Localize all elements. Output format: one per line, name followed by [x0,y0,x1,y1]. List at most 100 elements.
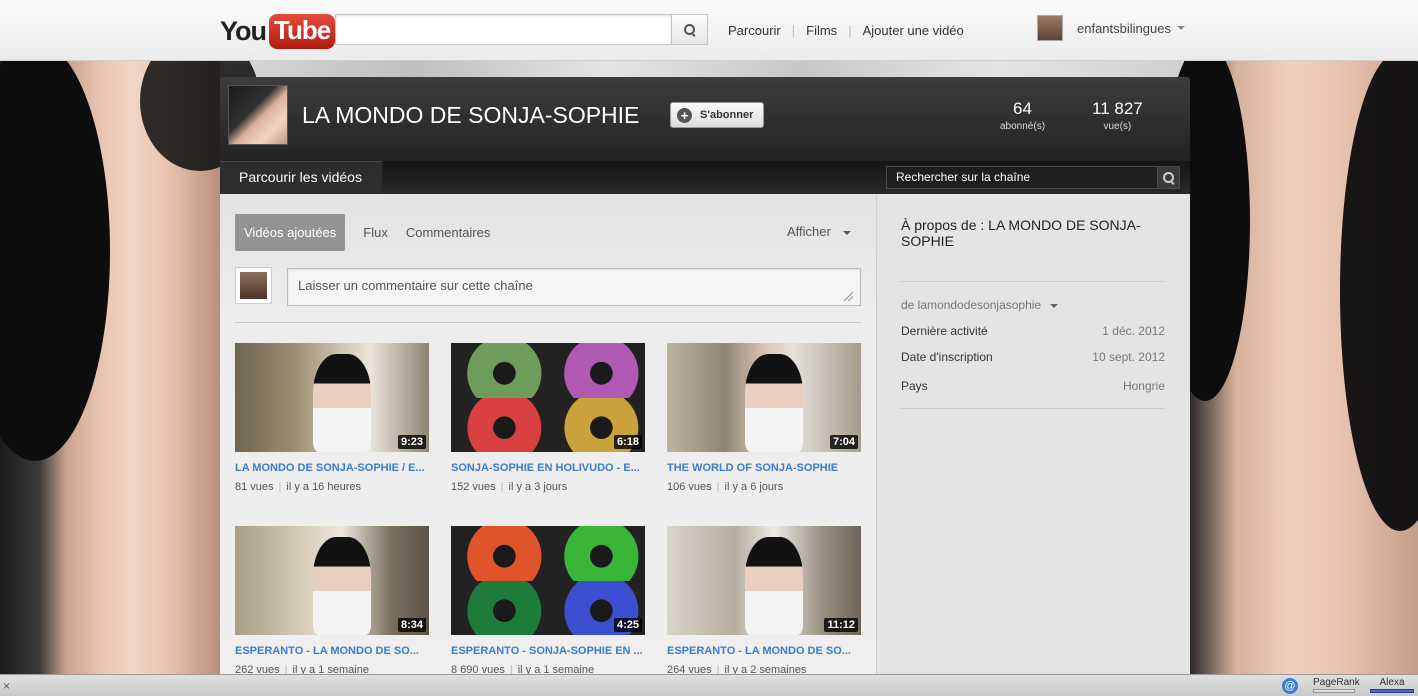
resize-grip-icon[interactable] [844,292,853,301]
top-nav: Parcourir | Films | Ajouter une vidéo [728,23,964,38]
username[interactable]: enfantsbilingues [1077,21,1171,36]
channel-feed: Vidéos ajoutées Flux Commentaires Affich… [220,194,876,676]
about-row-value: Hongrie [1122,379,1165,393]
video-card[interactable]: 8:34 ESPERANTO - LA MONDO DE SO... 262 vue… [235,526,429,676]
video-title[interactable]: ESPERANTO - LA MONDO DE SO... [667,645,861,657]
divider [901,281,1165,282]
alexa-label: Alexa [1379,677,1405,688]
search-input[interactable] [335,14,672,45]
plus-icon: + [677,107,692,123]
view-count: 11 827 vue(s) [1092,99,1143,132]
search-button[interactable] [671,14,708,45]
video-card[interactable]: 4:25 ESPERANTO - SONJA-SOPHIE EN ... 8 690… [451,526,645,676]
about-row-country: Pays Hongrie [901,379,1165,393]
video-title[interactable]: ESPERANTO - LA MONDO DE SO... [235,645,429,657]
about-row-value: 10 sept. 2012 [1092,350,1165,364]
video-title[interactable]: THE WORLD OF SONJA-SOPHIE [667,462,861,474]
browser-status-bar: × @ PageRank Alexa [0,674,1418,696]
about-row-value: 1 déc. 2012 [1102,324,1165,338]
video-duration: 11:12 [824,618,858,632]
tab-feed[interactable]: Flux [363,225,388,240]
pagerank-label: PageRank [1313,677,1360,688]
divider [235,322,861,323]
channel-owner-link[interactable]: de lamondodesonjasophie [901,298,1059,312]
user-menu[interactable]: enfantsbilingues [1037,15,1185,41]
video-thumbnail[interactable]: 11:12 [667,526,861,635]
video-title[interactable]: LA MONDO DE SONJA-SOPHIE / E... [235,462,429,474]
video-card[interactable]: 9:23 LA MONDO DE SONJA-SOPHIE / E... 81 vu… [235,343,429,493]
video-card[interactable]: 6:18 SONJA-SOPHIE EN HOLIVUDO - E... 152 v… [451,343,645,493]
about-row-joined: Date d'inscription 10 sept. 2012 [901,350,1165,364]
comment-box: Laisser un commentaire sur cette chaîne [235,267,861,307]
view-count-value: 11 827 [1092,99,1143,118]
video-thumbnail[interactable]: 4:25 [451,526,645,635]
video-title[interactable]: SONJA-SOPHIE EN HOLIVUDO - E... [451,462,645,474]
logo-you-text: You [220,15,267,46]
video-thumbnail[interactable]: 8:34 [235,526,429,635]
tab-comments[interactable]: Commentaires [406,225,491,240]
video-meta: 106 vues | il y a 6 jours [667,481,861,493]
nav-browse[interactable]: Parcourir [728,23,781,38]
channel-search-input[interactable]: Rechercher sur la chaîne [886,166,1158,189]
video-title[interactable]: ESPERANTO - SONJA-SOPHIE EN ... [451,645,645,657]
channel-header: LA MONDO DE SONJA-SOPHIE + S'abonner 64 … [220,77,1190,161]
comment-input[interactable]: Laisser un commentaire sur cette chaîne [287,268,861,306]
youtube-logo[interactable]: You Tube [220,13,336,49]
video-duration: 6:18 [613,435,642,449]
channel-search-button[interactable] [1157,166,1180,189]
video-age: il y a 16 heures [286,481,361,493]
nav-upload[interactable]: Ajouter une vidéo [863,23,964,38]
pagerank-indicator[interactable]: PageRank [1313,677,1360,693]
about-row-label: Pays [901,379,928,393]
logo-tube-text: Tube [269,13,336,49]
view-count-label: vue(s) [1103,121,1132,132]
channel-nav: Parcourir les vidéos Rechercher sur la c… [220,161,1190,194]
about-row-label: Date d'inscription [901,350,993,364]
display-dropdown[interactable]: Afficher [787,224,852,239]
meta-separator: | [500,481,504,493]
chevron-down-icon [1050,303,1059,308]
nav-separator: | [848,23,852,38]
display-dropdown-label: Afficher [787,224,831,239]
masthead: You Tube Parcourir | Films | Ajouter une… [0,0,1418,61]
video-duration: 4:25 [613,618,642,632]
about-sidebar: À propos de : LA MONDO DE SONJA-SOPHIE d… [876,194,1190,674]
channel-owner: de lamondodesonjasophie [901,298,1042,312]
divider [901,408,1165,409]
at-icon[interactable]: @ [1282,678,1298,694]
video-card[interactable]: 11:12 ESPERANTO - LA MONDO DE SO... 264 vu… [667,526,861,676]
video-views: 81 vues [235,481,274,493]
chevron-down-icon [843,230,852,235]
video-views: 152 vues [451,481,496,493]
nav-separator: | [791,23,796,38]
channel-avatar[interactable] [228,85,288,145]
video-duration: 7:04 [829,435,858,449]
close-icon[interactable]: × [3,679,10,693]
subscribe-label: S'abonner [700,109,754,121]
video-thumbnail[interactable]: 6:18 [451,343,645,452]
search-icon [683,23,696,36]
feed-tabs: Vidéos ajoutées Flux Commentaires [235,214,490,251]
chevron-down-icon[interactable] [1176,26,1185,30]
video-thumbnail[interactable]: 7:04 [667,343,861,452]
commenter-avatar [235,267,272,304]
search-icon [1162,171,1175,184]
nav-films[interactable]: Films [806,23,837,38]
subscriber-count-value: 64 [1013,99,1032,118]
user-avatar[interactable] [1037,15,1063,41]
about-row-label: Dernière activité [901,324,988,338]
video-meta: 81 vues | il y a 16 heures [235,481,429,493]
meta-separator: | [716,481,720,493]
subscriber-count-label: abonné(s) [1000,121,1046,132]
video-thumbnail[interactable]: 9:23 [235,343,429,452]
video-card[interactable]: 7:04 THE WORLD OF SONJA-SOPHIE 106 vues | il… [667,343,861,493]
about-title: À propos de : LA MONDO DE SONJA-SOPHIE [901,217,1141,249]
about-row-last-activity: Dernière activité 1 déc. 2012 [901,324,1165,338]
alexa-indicator[interactable]: Alexa [1370,677,1414,693]
video-meta: 152 vues | il y a 3 jours [451,481,645,493]
tab-uploaded-videos[interactable]: Vidéos ajoutées [235,214,346,251]
subscribe-button[interactable]: + S'abonner [670,102,765,128]
meta-separator: | [278,481,282,493]
tab-browse-videos[interactable]: Parcourir les vidéos [220,161,382,194]
background-top-strip [220,61,1190,77]
